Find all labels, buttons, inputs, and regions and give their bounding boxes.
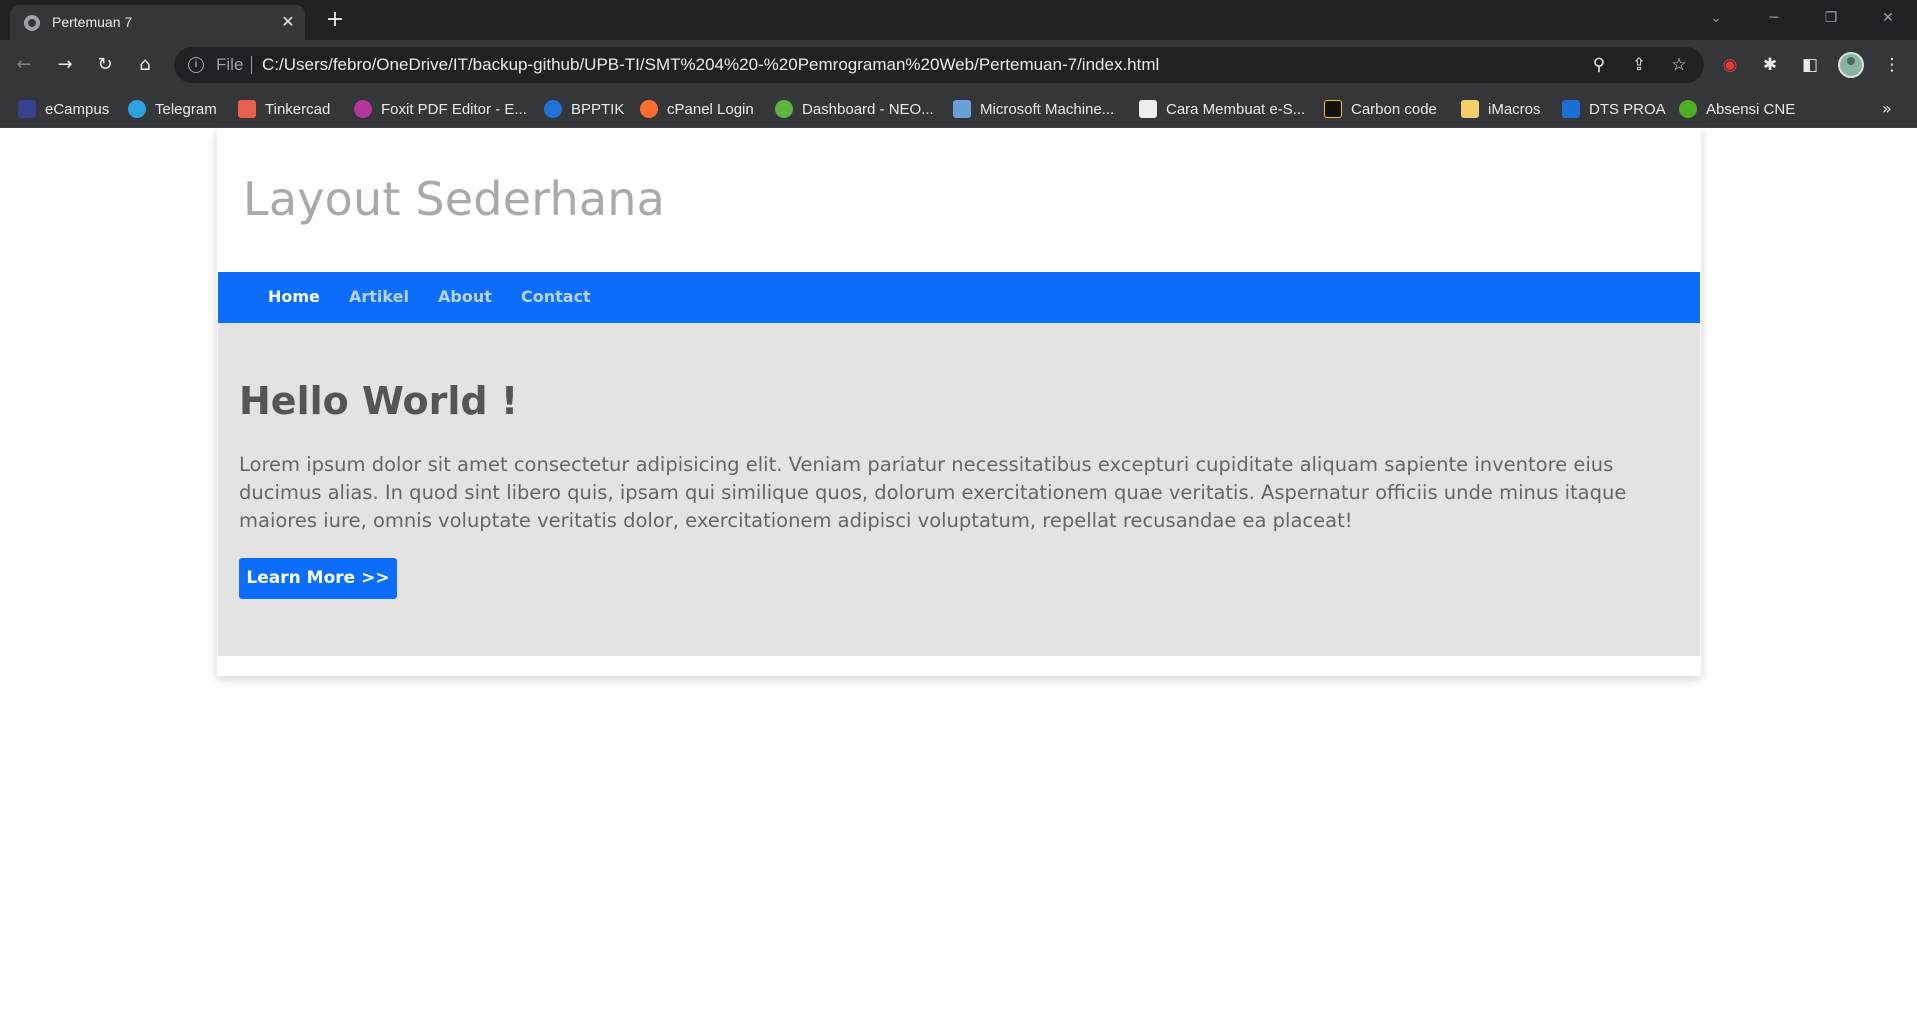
- reload-icon[interactable]: ↻: [91, 51, 119, 79]
- page-container: Layout Sederhana Home Artikel About Cont…: [217, 128, 1701, 676]
- back-icon[interactable]: ←: [10, 51, 38, 79]
- bookmark-item[interactable]: Absensi CNE: [1679, 90, 1795, 128]
- forward-icon[interactable]: →: [51, 51, 79, 79]
- tab-search-icon[interactable]: ⌄: [1702, 6, 1730, 30]
- bookmark-label: DTS PROA: [1589, 100, 1666, 118]
- main-navbar: Home Artikel About Contact: [218, 272, 1700, 323]
- bookmark-label: Telegram: [155, 100, 217, 118]
- new-tab-icon[interactable]: +: [322, 7, 348, 33]
- bookmark-tinkercad-icon: [238, 100, 256, 118]
- bookmark-item[interactable]: Tinkercad: [238, 90, 330, 128]
- hero-title: Hello World !: [239, 379, 519, 423]
- bookmark-item[interactable]: cPanel Login: [640, 90, 754, 128]
- bookmark-item[interactable]: Microsoft Machine...: [953, 90, 1114, 128]
- browser-toolbar: ← → ↻ ⌂ i File C:/Users/febro/OneDrive/I…: [0, 40, 1917, 90]
- bookmark-foxit-icon: [354, 100, 372, 118]
- close-tab-icon[interactable]: ✕: [278, 12, 298, 32]
- bookmark-item[interactable]: Telegram: [128, 90, 217, 128]
- bookmark-item[interactable]: Foxit PDF Editor - E...: [354, 90, 527, 128]
- bookmark-label: eCampus: [45, 100, 110, 118]
- bookmark-label: iMacros: [1488, 100, 1541, 118]
- bookmark-ecampus-icon: [18, 100, 36, 118]
- bookmark-label: Cara Membuat e-S...: [1166, 100, 1306, 118]
- restore-icon[interactable]: ❐: [1817, 6, 1845, 30]
- close-window-icon[interactable]: ✕: [1874, 6, 1902, 30]
- bookmark-telegram-icon: [128, 100, 146, 118]
- address-bar[interactable]: i File C:/Users/febro/OneDrive/IT/backup…: [174, 47, 1704, 83]
- home-icon[interactable]: ⌂: [131, 51, 159, 79]
- browser-tab[interactable]: Pertemuan 7 ✕: [10, 5, 305, 40]
- bookmark-label: Carbon code: [1351, 100, 1437, 118]
- bookmark-label: Tinkercad: [265, 100, 331, 118]
- nav-link-home[interactable]: Home: [268, 287, 320, 306]
- nav-link-about[interactable]: About: [438, 287, 492, 306]
- bookmark-dts-icon: [1562, 100, 1580, 118]
- bookmark-cpanel-icon: [640, 100, 658, 118]
- bookmark-item[interactable]: eCampus: [18, 90, 109, 128]
- bookmark-label: Dashboard - NEO...: [802, 100, 934, 118]
- tab-strip: Pertemuan 7 ✕ + ⌄ ─ ❐ ✕: [0, 0, 1917, 40]
- bookmarks-bar: eCampus Telegram Tinkercad Foxit PDF Edi…: [0, 90, 1917, 128]
- bookmark-label: Foxit PDF Editor - E...: [381, 100, 527, 118]
- side-panel-icon[interactable]: ◧: [1798, 53, 1822, 77]
- bookmark-label: Microsoft Machine...: [980, 100, 1115, 118]
- bookmark-page-icon: [1139, 100, 1157, 118]
- bookmark-folder-icon: [1461, 100, 1479, 118]
- nav-link-artikel[interactable]: Artikel: [349, 287, 409, 306]
- zoom-icon[interactable]: ⚲: [1588, 54, 1610, 76]
- globe-icon: [24, 15, 40, 31]
- menu-kebab-icon[interactable]: ⋮: [1880, 53, 1904, 77]
- bookmark-label: cPanel Login: [667, 100, 754, 118]
- bookmark-label: Absensi CNE: [1706, 100, 1796, 118]
- nav-link-contact[interactable]: Contact: [521, 287, 591, 306]
- bookmark-item[interactable]: Dashboard - NEO...: [775, 90, 934, 128]
- bookmark-star-icon[interactable]: ☆: [1668, 54, 1690, 76]
- learn-more-button[interactable]: Learn More >>: [239, 558, 397, 599]
- url-text[interactable]: C:/Users/febro/OneDrive/IT/backup-github…: [262, 55, 1159, 75]
- bookmark-flask-icon: [953, 100, 971, 118]
- site-title: Layout Sederhana: [243, 172, 665, 226]
- bookmark-item[interactable]: Carbon code: [1324, 90, 1437, 128]
- minimize-icon[interactable]: ─: [1760, 6, 1788, 30]
- hero-paragraph: Lorem ipsum dolor sit amet consectetur a…: [239, 453, 1627, 532]
- hero-section: Hello World ! Lorem ipsum dolor sit amet…: [218, 323, 1700, 656]
- bookmark-item[interactable]: Cara Membuat e-S...: [1139, 90, 1305, 128]
- bookmark-label: BPPTIK: [571, 100, 625, 118]
- bookmark-bpptik-icon: [544, 100, 562, 118]
- page-viewport: Layout Sederhana Home Artikel About Cont…: [0, 128, 1917, 1013]
- bookmark-neo-icon: [775, 100, 793, 118]
- share-icon[interactable]: ⇪: [1628, 54, 1650, 76]
- bookmark-carbon-icon: [1324, 100, 1342, 118]
- bookmark-item[interactable]: iMacros: [1461, 90, 1541, 128]
- omnibox-divider: [251, 56, 252, 74]
- profile-avatar[interactable]: [1838, 52, 1864, 78]
- extension-eye-icon[interactable]: ◉: [1718, 53, 1742, 77]
- bookmark-absensi-icon: [1679, 100, 1697, 118]
- bookmark-item[interactable]: BPPTIK: [544, 90, 624, 128]
- file-scheme-label: File: [216, 55, 244, 74]
- more-bookmarks-icon[interactable]: »: [1882, 99, 1892, 118]
- bookmark-item[interactable]: DTS PROA: [1562, 90, 1666, 128]
- tab-title: Pertemuan 7: [52, 14, 133, 30]
- info-icon[interactable]: i: [188, 57, 204, 73]
- extensions-puzzle-icon[interactable]: ✱: [1758, 53, 1782, 77]
